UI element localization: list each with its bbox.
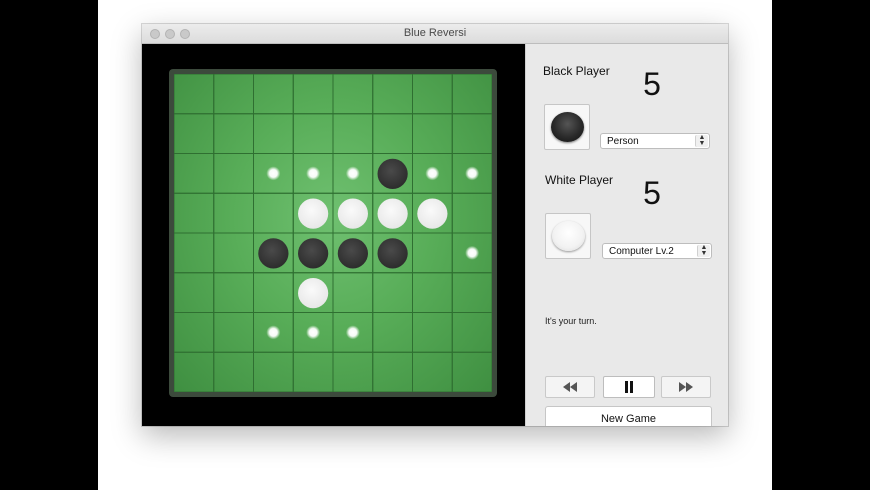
white-player-label: White Player — [545, 173, 614, 187]
board-cell[interactable] — [213, 351, 254, 392]
chevron-up-down-icon: ▲ ▼ — [697, 244, 710, 257]
valid-move-dot[interactable] — [306, 325, 321, 340]
board-cell[interactable] — [451, 113, 492, 154]
app-window: Blue Reversi Black Player 5 Person ▲ ▼ Wh… — [142, 24, 728, 426]
valid-move-dot[interactable] — [465, 245, 480, 260]
board-cell[interactable] — [372, 74, 413, 115]
board-cell[interactable] — [412, 272, 453, 313]
board-cell[interactable] — [332, 272, 374, 313]
board-cell[interactable] — [174, 272, 215, 313]
board-cell[interactable] — [174, 192, 215, 234]
valid-move-dot[interactable] — [306, 166, 321, 181]
board-cell[interactable] — [253, 113, 294, 154]
black-piece — [377, 238, 408, 269]
side-panel: Black Player 5 Person ▲ ▼ White Player 5 … — [525, 44, 728, 426]
white-player-type-value: Computer Lv.2 — [609, 246, 674, 257]
board-cell[interactable] — [412, 232, 453, 274]
fast-forward-button[interactable] — [661, 376, 711, 398]
board-cell[interactable] — [332, 113, 374, 154]
new-game-button[interactable]: New Game — [545, 406, 712, 426]
white-piece — [298, 198, 329, 229]
white-piece — [298, 278, 329, 309]
black-piece — [337, 238, 368, 269]
board-cell[interactable] — [174, 153, 215, 194]
rewind-button[interactable] — [545, 376, 595, 398]
board-cell[interactable] — [213, 232, 254, 274]
board-cell[interactable] — [451, 351, 492, 392]
valid-move-dot[interactable] — [425, 166, 440, 181]
white-piece — [377, 198, 408, 229]
board-cell[interactable] — [213, 272, 254, 313]
board-cell[interactable] — [451, 312, 492, 353]
board-cell[interactable] — [253, 272, 294, 313]
valid-move-dot[interactable] — [345, 325, 360, 340]
board-cell[interactable] — [213, 312, 254, 353]
white-piece — [417, 198, 448, 229]
board-cell[interactable] — [174, 74, 215, 115]
board-cell[interactable] — [292, 74, 334, 115]
board-cell[interactable] — [174, 312, 215, 353]
board-cell[interactable] — [253, 192, 294, 234]
valid-move-dot[interactable] — [266, 325, 281, 340]
pause-button[interactable] — [603, 376, 655, 398]
board-cell[interactable] — [451, 74, 492, 115]
black-player-type-select[interactable]: Person ▲ ▼ — [600, 133, 710, 149]
board-cell[interactable] — [451, 272, 492, 313]
board-cell[interactable] — [292, 351, 334, 392]
white-piece — [337, 198, 368, 229]
reversi-board[interactable] — [174, 74, 492, 392]
black-player-score: 5 — [643, 66, 661, 102]
board-cell[interactable] — [451, 192, 492, 234]
white-player-score: 5 — [643, 175, 661, 211]
window-title: Blue Reversi — [403, 27, 467, 39]
board-cell[interactable] — [412, 74, 453, 115]
board-cell[interactable] — [332, 74, 374, 115]
white-player-disc-well — [545, 213, 591, 259]
board-cell[interactable] — [372, 272, 413, 313]
black-piece — [298, 238, 329, 269]
black-piece — [258, 238, 289, 269]
board-cell[interactable] — [253, 74, 294, 115]
board-cell[interactable] — [412, 113, 453, 154]
board-cell[interactable] — [253, 351, 294, 392]
board-cell[interactable] — [412, 351, 453, 392]
board-cell[interactable] — [213, 192, 254, 234]
white-player-type-select[interactable]: Computer Lv.2 ▲ ▼ — [602, 243, 712, 259]
black-disc-icon — [551, 112, 584, 142]
board-cell[interactable] — [412, 312, 453, 353]
chevron-up-down-icon: ▲ ▼ — [695, 134, 708, 147]
black-piece — [377, 158, 408, 189]
title-bar[interactable]: Blue Reversi — [142, 24, 728, 44]
board-cell[interactable] — [372, 113, 413, 154]
black-player-disc-well — [544, 104, 590, 150]
fast-forward-icon — [679, 382, 693, 392]
board-frame — [169, 69, 497, 397]
black-player-label: Black Player — [543, 64, 610, 78]
black-player-type-value: Person — [607, 136, 639, 147]
board-grid[interactable] — [174, 74, 492, 392]
rewind-icon — [563, 382, 577, 392]
pause-icon — [625, 381, 633, 393]
valid-move-dot[interactable] — [266, 166, 281, 181]
board-cell[interactable] — [292, 113, 334, 154]
board-cell[interactable] — [332, 351, 374, 392]
board-cell[interactable] — [372, 312, 413, 353]
white-disc-icon — [552, 221, 585, 251]
board-cell[interactable] — [213, 74, 254, 115]
board-cell[interactable] — [174, 113, 215, 154]
board-cell[interactable] — [174, 351, 215, 392]
board-area — [142, 44, 525, 426]
valid-move-dot[interactable] — [465, 166, 480, 181]
board-cell[interactable] — [213, 113, 254, 154]
valid-move-dot[interactable] — [345, 166, 360, 181]
status-message: It's your turn. — [545, 316, 597, 326]
board-cell[interactable] — [213, 153, 254, 194]
board-cell[interactable] — [372, 351, 413, 392]
board-cell[interactable] — [174, 232, 215, 274]
